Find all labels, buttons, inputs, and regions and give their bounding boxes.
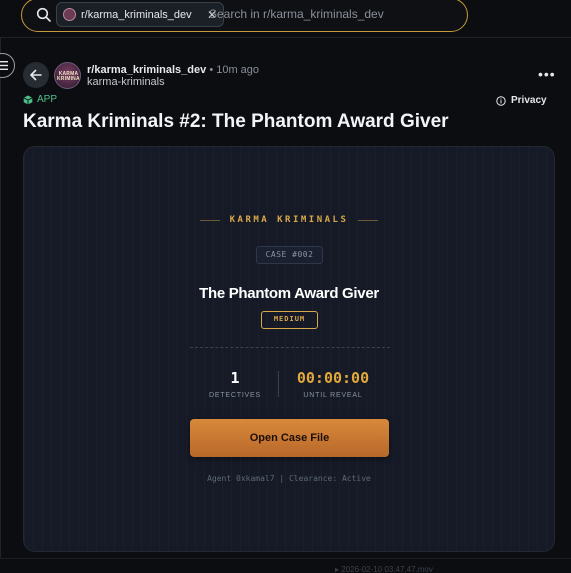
case-title: The Phantom Award Giver <box>199 285 379 302</box>
info-icon <box>496 95 506 106</box>
post-title[interactable]: Karma Kriminals #2: The Phantom Award Gi… <box>23 111 449 133</box>
avatar-logo-text: KARMA KRIMINALS <box>57 71 80 82</box>
arrow-left-icon <box>30 69 42 81</box>
menu-icon <box>0 61 8 70</box>
brand-title: KARMA KRIMINALS <box>229 215 349 225</box>
difficulty-badge: MEDIUM <box>261 311 318 329</box>
app-card: KARMA KRIMINALS CASE #002 The Phantom Aw… <box>23 146 555 552</box>
subreddit-name[interactable]: r/karma_kriminals_dev <box>87 64 206 76</box>
detectives-label: DETECTIVES <box>209 392 261 399</box>
community-chip[interactable]: r/karma_kriminals_dev ✕ <box>56 2 224 27</box>
reveal-timer: 00:00:00 <box>296 369 370 387</box>
left-rail-divider <box>0 38 1 573</box>
back-button[interactable] <box>23 62 49 88</box>
menu-button[interactable] <box>0 53 15 78</box>
footer-ghost-text: ▸ 2026-02-10 03.47.47.mov <box>335 565 433 573</box>
more-options-button[interactable]: ••• <box>538 66 556 82</box>
subreddit-link[interactable]: r/karma_kriminals_dev • 10m ago <box>87 64 259 76</box>
privacy-button[interactable]: Privacy <box>496 95 547 106</box>
detectives-stat: 1 DETECTIVES <box>190 369 280 399</box>
divider <box>199 219 220 221</box>
brand-row: KARMA KRIMINALS <box>24 215 554 225</box>
post-author[interactable]: karma-kriminals <box>87 76 165 88</box>
community-avatar-icon <box>63 8 76 21</box>
dashed-divider <box>190 347 390 348</box>
open-case-file-button[interactable]: Open Case File <box>190 419 389 457</box>
app-tag: APP <box>23 94 57 105</box>
timer-stat: 00:00:00 UNTIL REVEAL <box>288 369 378 399</box>
search-bar[interactable]: r/karma_kriminals_dev ✕ Search in r/karm… <box>21 0 468 32</box>
subreddit-avatar[interactable]: KARMA KRIMINALS <box>54 62 81 89</box>
timer-label: UNTIL REVEAL <box>303 392 363 399</box>
top-bar: r/karma_kriminals_dev ✕ Search in r/karm… <box>0 0 571 38</box>
post-time: • 10m ago <box>209 64 260 76</box>
search-input[interactable]: Search in r/karma_kriminals_dev <box>209 7 384 21</box>
case-number-badge: CASE #002 <box>256 246 323 264</box>
footer-strip <box>0 558 571 573</box>
detectives-count: 1 <box>230 369 240 387</box>
cube-icon <box>23 95 33 104</box>
app-tag-label: APP <box>37 94 58 105</box>
agent-status: Agent 0xkamal7 | Clearance: Active <box>207 474 371 483</box>
divider <box>358 219 379 221</box>
search-icon <box>36 7 51 22</box>
stat-separator <box>278 371 279 397</box>
privacy-label: Privacy <box>511 95 547 106</box>
community-chip-label: r/karma_kriminals_dev <box>81 8 192 21</box>
